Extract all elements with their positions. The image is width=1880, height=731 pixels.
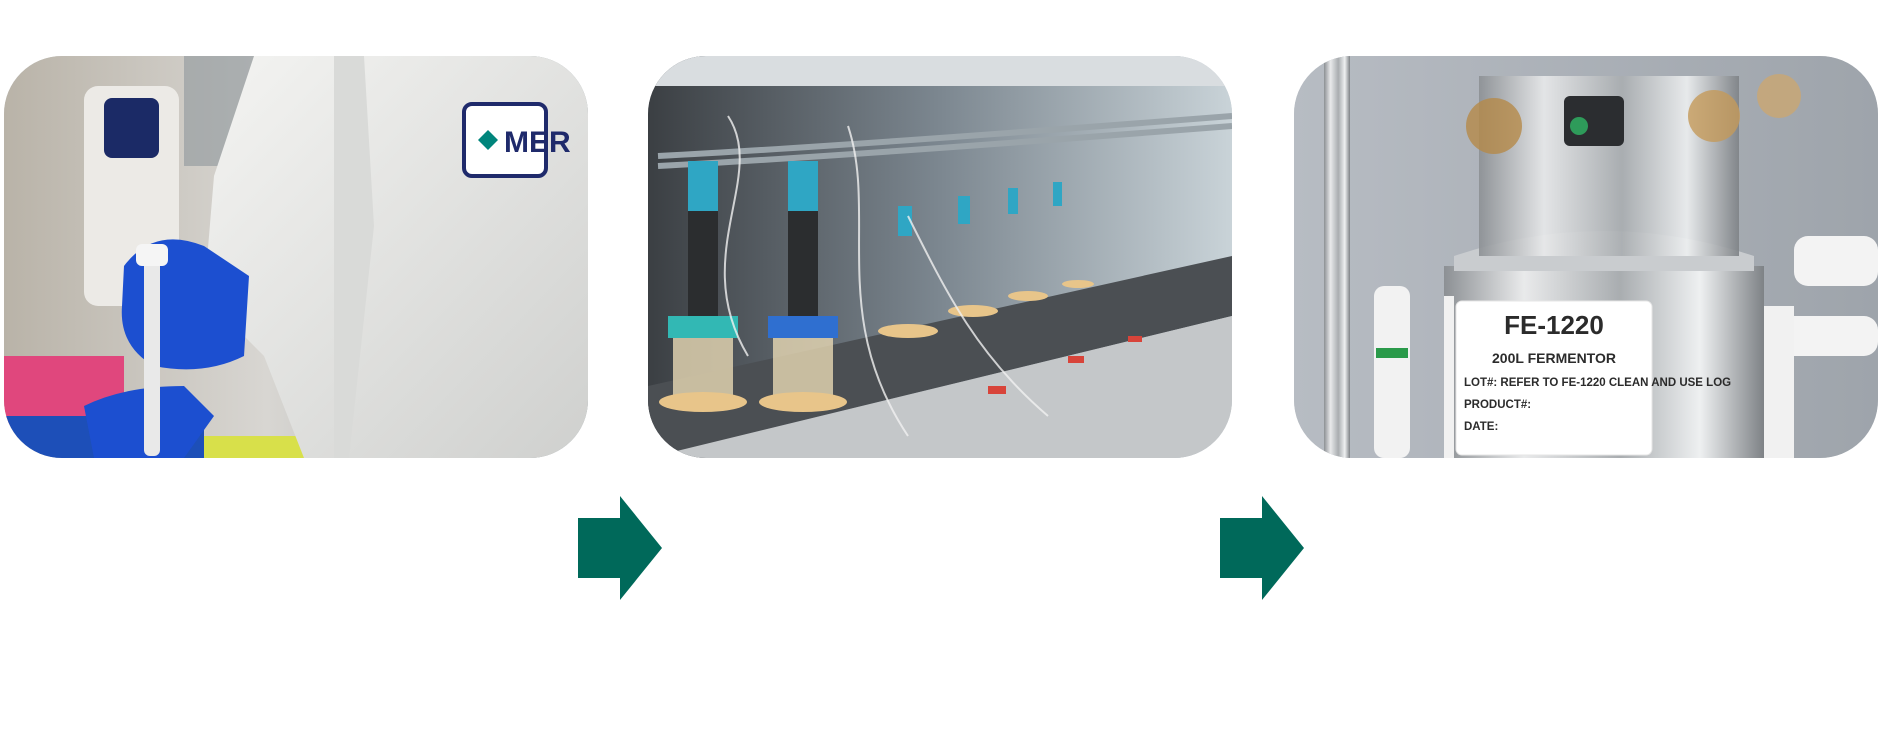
fermentor-product-label: PRODUCT#:: [1464, 399, 1531, 411]
bioreactor-array-image: [648, 56, 1232, 458]
bioreactor-array-photo: [648, 56, 1232, 458]
fermentor-vessel-image: FE-1220 200L FERMENTOR LOT#: REFER TO FE…: [1294, 56, 1878, 458]
arrow-right-icon: [578, 496, 662, 600]
fermentor-date-label: DATE:: [1464, 421, 1498, 433]
lab-scientist-photo: MER: [4, 56, 588, 458]
arrow-right-icon: [1220, 496, 1304, 600]
fermentor-vessel-photo: FE-1220 200L FERMENTOR LOT#: REFER TO FE…: [1294, 56, 1878, 458]
arrow-right-icon: [578, 496, 662, 600]
fermentor-lot-label: LOT#: REFER TO FE-1220 CLEAN AND USE LOG: [1464, 377, 1731, 389]
fermentor-capacity-label: 200L FERMENTOR: [1492, 350, 1616, 366]
logo-text: MER: [504, 126, 571, 159]
lab-scientist-image: MER: [4, 56, 588, 458]
arrow-right-icon: [1220, 496, 1304, 600]
fermentor-id-label: FE-1220: [1504, 310, 1604, 340]
